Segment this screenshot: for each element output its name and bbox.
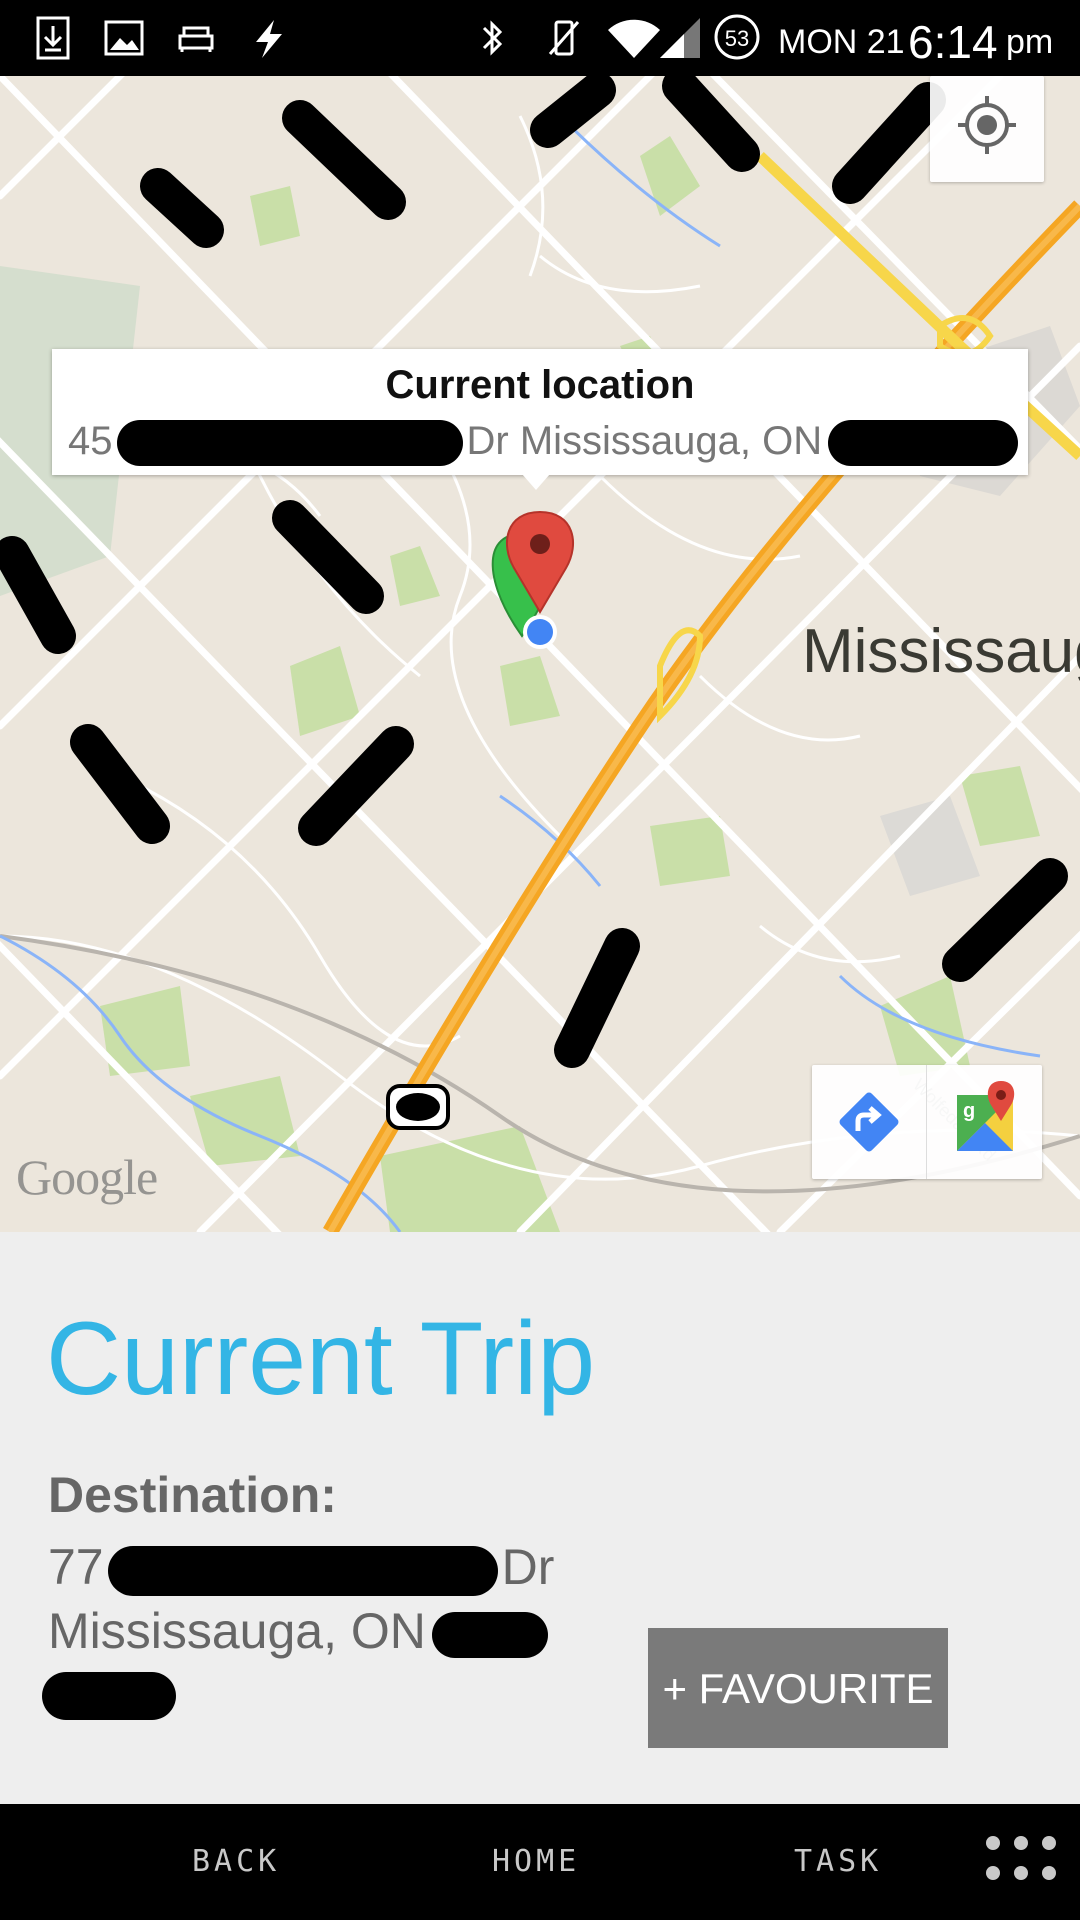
destination-line-1: 77 Dr [48,1538,554,1596]
current-location-callout[interactable]: Current location 45 Dr Mississauga, ON [52,349,1028,475]
google-logo: Google [16,1149,158,1205]
gallery-icon [104,20,144,56]
redaction-mark [828,420,1019,467]
bluetooth-icon [482,20,503,56]
status-ampm: pm [1006,23,1054,61]
destination-line-1-end: Dr [501,1539,555,1595]
navigation-bar: BACK HOME TASK [0,1804,1080,1920]
download-icon [36,16,70,60]
nav-back-button[interactable]: BACK [192,1804,280,1920]
sofa-icon [178,26,214,52]
callout-address-mid: Dr Mississauga, ON [466,419,823,463]
redaction-mark [42,1672,176,1720]
destination-label: Destination: [48,1467,337,1523]
destination-line-2: Mississauga, ON [48,1602,548,1660]
svg-text:g: g [963,1100,975,1122]
callout-address-start: 45 [68,419,113,463]
flash-icon [256,20,282,58]
nav-task-button[interactable]: TASK [794,1804,882,1920]
status-bar: 53 MON 21 6:14 pm [0,0,1080,76]
page-title: Current Trip [46,1301,596,1417]
google-maps-icon: g [957,1081,1015,1151]
battery-level: 53 [724,26,750,51]
redaction-mark [116,420,463,467]
status-time: 6:14 [908,16,998,68]
directions-button[interactable] [812,1065,926,1179]
callout-address: 45 Dr Mississauga, ON [68,419,1019,467]
callout-tail [522,474,550,490]
add-favourite-button[interactable]: + FAVOURITE [648,1628,948,1748]
directions-icon [839,1092,899,1152]
city-label: Mississaug [802,617,1080,686]
vibrate-mute-icon [548,20,580,56]
destination-line-1-start: 77 [48,1539,104,1595]
crosshair-icon [958,96,1016,154]
destination-line-2-text: Mississauga, ON [48,1603,426,1659]
callout-title: Current location [385,363,695,407]
open-google-maps-button[interactable]: g [927,1065,1041,1179]
wifi-icon [608,19,660,58]
menu-dots-icon[interactable] [982,1834,1062,1890]
map-view[interactable]: Wolfedale Rd Mississaug Current location… [0,76,1080,1232]
redaction-mark [431,1611,548,1658]
my-location-button[interactable] [930,76,1044,182]
status-date: MON 21 [778,23,905,61]
nav-home-button[interactable]: HOME [492,1804,580,1920]
map-toolbar: g [812,1065,1042,1179]
signal-icon [660,18,700,58]
redaction-mark [107,1545,498,1596]
